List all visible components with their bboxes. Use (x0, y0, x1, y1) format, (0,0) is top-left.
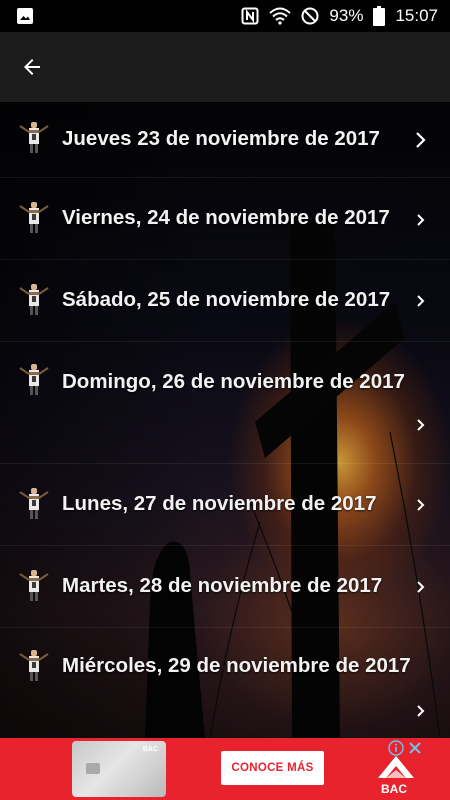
list-item[interactable]: Lunes, 27 de noviembre de 2017 (0, 464, 450, 546)
status-bar: 93% 15:07 (0, 0, 450, 32)
card-chip (86, 763, 100, 774)
list-item[interactable]: Domingo, 26 de noviembre de 2017 (0, 342, 450, 464)
list-item-label: Miércoles, 29 de noviembre de 2017 (62, 654, 411, 677)
nfc-icon (241, 7, 259, 25)
saint-figure-icon (19, 284, 49, 315)
chevron-right-icon (416, 132, 426, 148)
list-item[interactable]: Sábado, 25 de noviembre de 2017 (0, 260, 450, 342)
saint-figure-icon (19, 650, 49, 681)
list-item[interactable]: Miércoles, 29 de noviembre de 2017 (0, 628, 450, 738)
back-button[interactable] (16, 51, 48, 83)
wifi-icon (269, 7, 292, 25)
chevron-right-icon (417, 499, 425, 511)
do-not-disturb-icon (301, 7, 319, 25)
saint-figure-icon (19, 570, 49, 601)
chevron-right-icon (417, 214, 425, 226)
saint-figure-icon (19, 122, 49, 153)
list-item[interactable]: Martes, 28 de noviembre de 2017 (0, 546, 450, 628)
ad-info-icon[interactable] (388, 740, 404, 756)
list-item[interactable]: Jueves 23 de noviembre de 2017 (0, 102, 450, 178)
battery-percent: 93% (329, 6, 364, 25)
saint-figure-icon (19, 488, 49, 519)
list-item-label: Sábado, 25 de noviembre de 2017 (62, 288, 391, 311)
battery-icon (373, 6, 386, 26)
arrow-left-icon (24, 59, 40, 75)
list-item-label: Martes, 28 de noviembre de 2017 (62, 574, 383, 597)
list-item-label: Viernes, 24 de noviembre de 2017 (62, 206, 390, 229)
ad-close-icon[interactable] (407, 740, 423, 756)
list-item-label: Domingo, 26 de noviembre de 2017 (62, 370, 405, 393)
saint-figure-icon (19, 364, 49, 395)
chevron-right-icon (417, 705, 425, 717)
card-logo: BAC (142, 746, 158, 753)
saint-figure-icon (19, 202, 49, 233)
status-time: 15:07 (395, 6, 438, 25)
image-icon (16, 7, 34, 25)
ad-banner[interactable]: BAC CONOCE MÁS BAC (0, 738, 450, 800)
ad-brand-label: BAC (381, 782, 407, 796)
chevron-right-icon (417, 295, 425, 307)
chevron-right-icon (417, 581, 425, 593)
date-list: Jueves 23 de noviembre de 2017 Viernes, … (0, 102, 450, 738)
learn-more-button[interactable]: CONOCE MÁS (221, 751, 324, 785)
list-item[interactable]: Viernes, 24 de noviembre de 2017 (0, 178, 450, 260)
chevron-right-icon (417, 419, 425, 431)
list-item-label: Lunes, 27 de noviembre de 2017 (62, 492, 377, 515)
app-toolbar (0, 32, 450, 102)
credit-card-image: BAC (72, 741, 166, 797)
list-item-label: Jueves 23 de noviembre de 2017 (62, 127, 380, 150)
